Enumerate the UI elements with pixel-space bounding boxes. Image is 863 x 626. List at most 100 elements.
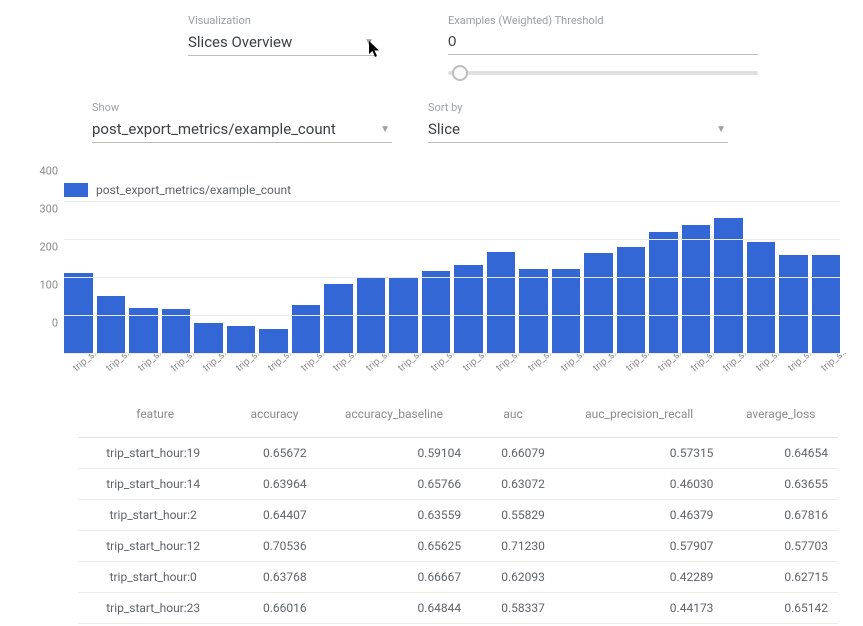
column-header[interactable]: auc_precision_recall bbox=[555, 397, 724, 438]
table-cell: 0.63768 bbox=[232, 562, 316, 593]
sort-label: Sort by bbox=[428, 101, 728, 114]
bar[interactable] bbox=[227, 326, 256, 353]
table-row[interactable]: trip_start_hour:20.644070.635590.558290.… bbox=[78, 500, 838, 531]
bar[interactable] bbox=[617, 247, 646, 353]
show-label: Show bbox=[92, 101, 392, 114]
table-cell: 0.63072 bbox=[471, 469, 555, 500]
legend-swatch bbox=[64, 183, 88, 197]
chart-legend: post_export_metrics/example_count bbox=[64, 183, 291, 197]
table-cell: 0.65142 bbox=[723, 593, 838, 624]
table-row[interactable]: trip_start_hour:230.660160.648440.583370… bbox=[78, 593, 838, 624]
table-cell: 0.66016 bbox=[232, 593, 316, 624]
bar[interactable] bbox=[649, 232, 678, 353]
table-row[interactable]: trip_start_hour:00.637680.666670.620930.… bbox=[78, 562, 838, 593]
bar[interactable] bbox=[779, 255, 808, 353]
table-cell: 0.66079 bbox=[471, 438, 555, 469]
table-cell: 0.64844 bbox=[317, 593, 472, 624]
table-cell: trip_start_hour:2 bbox=[78, 500, 232, 531]
table-cell: 0.57907 bbox=[555, 531, 724, 562]
table-cell: trip_start_hour:23 bbox=[78, 593, 232, 624]
bar[interactable] bbox=[519, 269, 548, 353]
table-cell: 0.70536 bbox=[232, 531, 316, 562]
bar[interactable] bbox=[259, 329, 288, 353]
x-axis: trip_s…trip_s…trip_s…trip_s…trip_s…trip_… bbox=[64, 353, 840, 383]
column-header[interactable]: feature bbox=[78, 397, 232, 438]
bar[interactable] bbox=[97, 296, 126, 353]
bar[interactable] bbox=[194, 323, 223, 353]
column-header[interactable]: accuracy_baseline bbox=[317, 397, 472, 438]
gridline bbox=[64, 277, 840, 278]
table-cell: 0.63964 bbox=[232, 469, 316, 500]
table-cell: 0.63655 bbox=[723, 469, 838, 500]
table-cell: 0.67816 bbox=[723, 500, 838, 531]
show-value: post_export_metrics/example_count bbox=[92, 120, 336, 138]
sort-select[interactable]: Slice ▼ bbox=[428, 118, 728, 143]
table-cell: trip_start_hour:0 bbox=[78, 562, 232, 593]
bar[interactable] bbox=[487, 252, 516, 353]
bar[interactable] bbox=[422, 271, 451, 353]
table-body: trip_start_hour:190.656720.591040.660790… bbox=[78, 438, 838, 624]
bar[interactable] bbox=[454, 265, 483, 353]
column-header[interactable]: average_loss bbox=[723, 397, 838, 438]
bar[interactable] bbox=[324, 284, 353, 353]
table-cell: trip_start_hour:14 bbox=[78, 469, 232, 500]
y-axis: 0100200300400 bbox=[20, 201, 60, 353]
table-cell: 0.65672 bbox=[232, 438, 316, 469]
gridline bbox=[64, 315, 840, 316]
bar[interactable] bbox=[747, 242, 776, 353]
table-cell: trip_start_hour:12 bbox=[78, 531, 232, 562]
table-row[interactable]: trip_start_hour:140.639640.657660.630720… bbox=[78, 469, 838, 500]
table-cell: 0.46379 bbox=[555, 500, 724, 531]
y-tick: 400 bbox=[39, 165, 58, 178]
table-cell: 0.57315 bbox=[555, 438, 724, 469]
table-row[interactable]: trip_start_hour:120.705360.656250.712300… bbox=[78, 531, 838, 562]
table-cell: 0.64407 bbox=[232, 500, 316, 531]
visualization-label: Visualization bbox=[188, 14, 376, 27]
table-row[interactable]: trip_start_hour:190.656720.591040.660790… bbox=[78, 438, 838, 469]
threshold-label: Examples (Weighted) Threshold bbox=[448, 14, 758, 27]
column-header[interactable]: auc bbox=[471, 397, 555, 438]
y-tick: 100 bbox=[39, 279, 58, 292]
bar[interactable] bbox=[64, 273, 93, 353]
table-header-row: featureaccuracyaccuracy_baselineaucauc_p… bbox=[78, 397, 838, 438]
y-tick: 200 bbox=[39, 241, 58, 254]
show-select[interactable]: post_export_metrics/example_count ▼ bbox=[92, 118, 392, 143]
gridline bbox=[64, 201, 840, 202]
threshold-input[interactable] bbox=[448, 31, 758, 55]
y-tick: 0 bbox=[52, 317, 58, 330]
table-cell: 0.55829 bbox=[471, 500, 555, 531]
table-cell: 0.59104 bbox=[317, 438, 472, 469]
table-cell: 0.44173 bbox=[555, 593, 724, 624]
metrics-table: featureaccuracyaccuracy_baselineaucauc_p… bbox=[78, 397, 838, 624]
slider-track bbox=[448, 71, 758, 75]
table-cell: 0.64654 bbox=[723, 438, 838, 469]
bar[interactable] bbox=[292, 305, 321, 353]
table-cell: 0.62093 bbox=[471, 562, 555, 593]
table-cell: 0.42289 bbox=[555, 562, 724, 593]
slider-thumb[interactable] bbox=[452, 65, 468, 81]
legend-text: post_export_metrics/example_count bbox=[96, 183, 291, 197]
table-cell: trip_start_hour:19 bbox=[78, 438, 232, 469]
y-tick: 300 bbox=[39, 203, 58, 216]
bar-chart: post_export_metrics/example_count 0 100 20… bbox=[20, 183, 840, 383]
bar[interactable] bbox=[682, 225, 711, 353]
table-cell: 0.65766 bbox=[317, 469, 472, 500]
column-header[interactable]: accuracy bbox=[232, 397, 316, 438]
bar[interactable] bbox=[584, 253, 613, 353]
chevron-down-icon: ▼ bbox=[716, 124, 726, 135]
table-cell: 0.65625 bbox=[317, 531, 472, 562]
table-cell: 0.62715 bbox=[723, 562, 838, 593]
table-cell: 0.46030 bbox=[555, 469, 724, 500]
bar[interactable] bbox=[812, 255, 841, 353]
table-cell: 0.58337 bbox=[471, 593, 555, 624]
sort-value: Slice bbox=[428, 120, 460, 138]
table-cell: 0.63559 bbox=[317, 500, 472, 531]
threshold-slider[interactable] bbox=[448, 71, 758, 75]
gridline bbox=[64, 239, 840, 240]
chevron-down-icon: ▼ bbox=[364, 37, 374, 48]
visualization-value: Slices Overview bbox=[188, 33, 292, 51]
bar[interactable] bbox=[552, 269, 581, 353]
visualization-select[interactable]: Slices Overview ▼ bbox=[188, 31, 376, 56]
chevron-down-icon: ▼ bbox=[380, 124, 390, 135]
table-cell: 0.66667 bbox=[317, 562, 472, 593]
